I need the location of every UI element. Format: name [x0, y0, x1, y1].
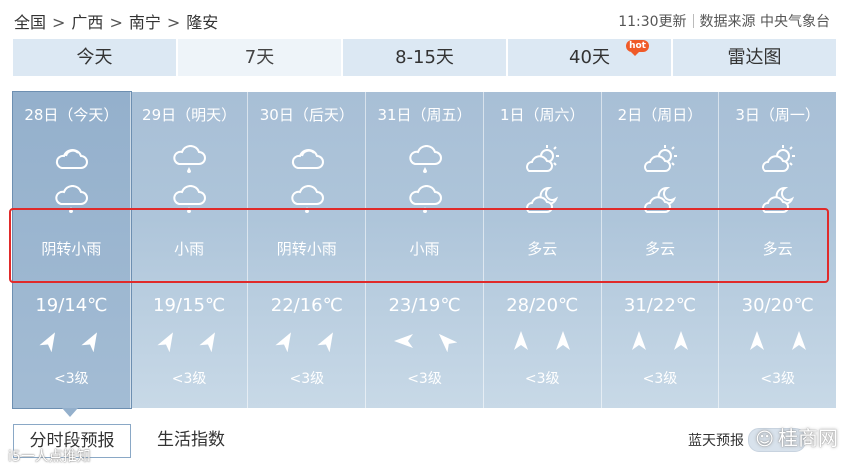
- wind-arrow-northeast-icon: [39, 330, 61, 353]
- wind-arrow-north-icon: [552, 330, 574, 352]
- breadcrumb-separator: >: [166, 13, 181, 32]
- temperature-range: 31/22℃: [623, 295, 696, 316]
- hot-badge: hot: [626, 40, 649, 56]
- forecast-date: 1日（周六）: [499, 106, 585, 124]
- weather-description: 小雨: [174, 240, 205, 258]
- wind-arrow-north-icon: [670, 330, 692, 352]
- tab-today[interactable]: 今天: [13, 39, 178, 76]
- wind-directions: [719, 330, 836, 352]
- wind-level: <3级: [407, 371, 442, 387]
- forecast-day-4[interactable]: 31日（周五） 小雨 23/19℃ <3级: [366, 92, 484, 408]
- watermark-left: i5一人点推知: [8, 449, 91, 465]
- watermark-text: 桂商网: [778, 426, 838, 450]
- wind-level: <3级: [54, 371, 89, 387]
- update-info: 11:30更新 数据来源 中央气象台: [618, 11, 830, 31]
- rain-icon: [288, 185, 326, 215]
- weather-description: 阴转小雨: [41, 240, 102, 258]
- wind-arrow-north-icon: [510, 330, 532, 352]
- forecast-date: 29日（明天）: [142, 106, 237, 124]
- wind-level: <3级: [524, 371, 560, 387]
- tab-7-days[interactable]: 7天: [178, 39, 343, 76]
- wind-arrow-northwest-icon: [435, 330, 457, 353]
- forecast-day-6[interactable]: 2日（周日） 多云 31/22℃ <3级: [602, 92, 720, 408]
- breadcrumb-item-guangxi[interactable]: 广西: [71, 13, 103, 32]
- breadcrumb-item-nanning[interactable]: 南宁: [129, 13, 161, 32]
- cloudy-icon: [52, 145, 90, 175]
- seven-day-forecast: 28日（今天） 阴转小雨 19/14℃ <3级 29日（明天） 小雨 19/15℃ <3级 30…: [12, 91, 836, 409]
- wind-directions: [131, 330, 248, 353]
- tab-radar[interactable]: 雷达图: [673, 39, 836, 76]
- forecast-day-1[interactable]: 28日（今天） 阴转小雨 19/14℃ <3级: [12, 91, 132, 409]
- blue-sky-forecast-label: 蓝天预报: [688, 433, 744, 449]
- rain-icon: [170, 145, 208, 175]
- tab-40-days[interactable]: 40天 hot: [508, 39, 673, 76]
- wind-level: <3级: [642, 371, 678, 387]
- breadcrumb-separator: >: [52, 13, 66, 32]
- temperature-range: 19/15℃: [153, 295, 226, 316]
- top-bar: 全国 > 广西 > 南宁 > 隆安 11:30更新 数据来源 中央气象台: [0, 0, 852, 40]
- forecast-date: 28日（今天）: [24, 106, 119, 124]
- data-source: 数据来源 中央气象台: [699, 14, 830, 30]
- rain-icon: [52, 185, 90, 215]
- breadcrumb: 全国 > 广西 > 南宁 > 隆安: [14, 9, 218, 33]
- wind-level: <3级: [760, 371, 795, 387]
- wind-level: <3级: [171, 371, 207, 387]
- rain-icon: [406, 185, 444, 215]
- meta-divider: [692, 14, 694, 28]
- wechat-icon: ☺: [755, 429, 774, 450]
- temperature-range: 28/20℃: [506, 295, 579, 316]
- wind-directions: [13, 330, 130, 353]
- wind-level: <3级: [289, 371, 325, 387]
- partly-cloudy-day-icon: [641, 145, 679, 175]
- temperature-range: 22/16℃: [270, 295, 343, 316]
- weather-description: 多云: [527, 240, 558, 258]
- wind-arrow-north-icon: [788, 330, 810, 352]
- rain-icon: [170, 185, 208, 215]
- wind-arrow-northeast-icon: [157, 330, 179, 353]
- weather-description: 小雨: [409, 240, 440, 258]
- weather-description: 多云: [762, 240, 793, 258]
- wind-directions: [366, 330, 483, 353]
- breadcrumb-separator: >: [109, 13, 123, 32]
- wind-arrow-northeast-icon: [199, 330, 221, 353]
- tab-8-15-days[interactable]: 8-15天: [343, 39, 508, 76]
- partly-cloudy-night-icon: [523, 185, 561, 215]
- wind-arrow-northeast-icon: [317, 330, 339, 353]
- partly-cloudy-day-icon: [523, 145, 561, 175]
- wind-arrow-northeast-icon: [81, 330, 103, 353]
- forecast-date: 30日（后天）: [259, 106, 354, 124]
- wind-directions: [484, 330, 601, 352]
- watermark: ☺ 桂商网: [755, 422, 838, 451]
- wind-arrow-north-icon: [746, 330, 768, 352]
- partly-cloudy-day-icon: [759, 145, 797, 175]
- breadcrumb-item-national[interactable]: 全国: [14, 13, 46, 32]
- forecast-day-3[interactable]: 30日（后天） 阴转小雨 22/16℃ <3级: [248, 92, 367, 408]
- tab-life-index[interactable]: 生活指数: [157, 424, 225, 456]
- wind-arrow-north-icon: [628, 330, 650, 352]
- partly-cloudy-night-icon: [641, 185, 679, 215]
- breadcrumb-item-longan: 隆安: [186, 13, 219, 32]
- partly-cloudy-night-icon: [759, 185, 797, 215]
- wind-arrow-northeast-icon: [275, 330, 297, 353]
- forecast-tabs: 今天 7天 8-15天 40天 hot 雷达图: [13, 39, 836, 76]
- forecast-date: 31日（周五）: [377, 106, 472, 124]
- wind-directions: [248, 330, 365, 353]
- update-time: 11:30更新: [618, 14, 687, 30]
- tab-40-days-label: 40天: [569, 47, 610, 68]
- temperature-range: 19/14℃: [35, 295, 108, 316]
- cloudy-icon: [288, 145, 326, 175]
- wind-directions: [602, 330, 719, 352]
- forecast-day-5[interactable]: 1日（周六） 多云 28/20℃ <3级: [484, 92, 602, 408]
- temperature-range: 23/19℃: [388, 295, 461, 316]
- forecast-date: 3日（周一）: [735, 106, 820, 124]
- selected-day-pointer: [62, 408, 78, 417]
- forecast-date: 2日（周日）: [617, 106, 703, 124]
- wind-arrow-west-icon: [393, 330, 415, 352]
- rain-icon: [406, 145, 444, 175]
- weather-description: 阴转小雨: [276, 240, 337, 258]
- forecast-day-2[interactable]: 29日（明天） 小雨 19/15℃ <3级: [131, 92, 249, 408]
- forecast-day-7[interactable]: 3日（周一） 多云 30/20℃ <3级: [719, 92, 836, 408]
- weather-description: 多云: [644, 240, 675, 258]
- temperature-range: 30/20℃: [741, 295, 814, 316]
